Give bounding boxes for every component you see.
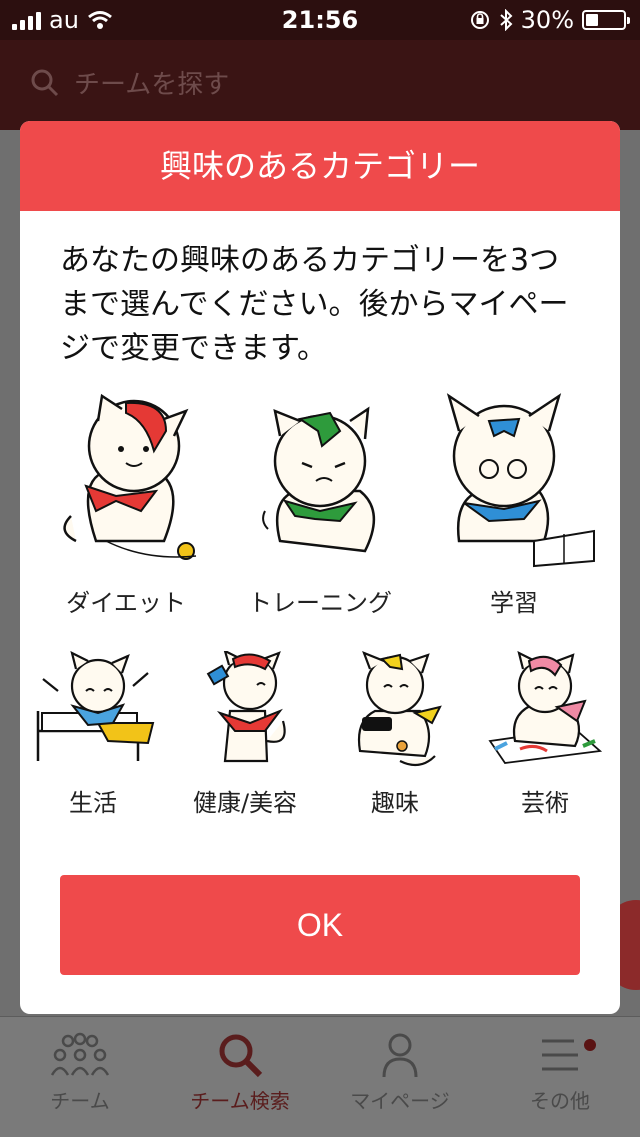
category-health-beauty[interactable]: 健康/美容 — [175, 648, 315, 818]
status-right: 30% — [469, 6, 630, 34]
category-dialog: 興味のあるカテゴリー あなたの興味のあるカテゴリーを3つまで選んでください。後か… — [20, 121, 620, 1014]
category-label: 学習 — [490, 589, 538, 617]
bluetooth-icon — [499, 9, 513, 31]
cat-art-icon — [488, 650, 603, 764]
cat-study-icon — [446, 393, 595, 568]
dialog-description: あなたの興味のあるカテゴリーを3つまで選んでください。後からマイページで変更でき… — [60, 243, 569, 366]
tab-bar: チーム チーム検索 マイページ その他 — [0, 1016, 640, 1137]
cat-health-beauty-icon — [206, 648, 286, 763]
tab-team[interactable]: チーム — [10, 1031, 150, 1114]
dialog-title: 興味のあるカテゴリー — [20, 121, 620, 211]
search-bar[interactable]: チームを探す — [30, 64, 229, 101]
person-icon — [382, 1033, 418, 1078]
category-label: トレーニング — [248, 589, 392, 617]
orientation-lock-icon — [470, 11, 489, 29]
tab-other[interactable]: その他 — [490, 1031, 630, 1114]
category-life[interactable]: 生活 — [28, 650, 158, 818]
category-hobby[interactable]: 趣味 — [330, 651, 460, 818]
tab-mypage[interactable]: マイページ — [330, 1031, 470, 1114]
tab-team-label: チーム — [50, 1089, 110, 1113]
category-art[interactable]: 芸術 — [480, 650, 610, 818]
cat-diet-icon — [63, 393, 197, 560]
search-icon — [31, 69, 59, 96]
category-label: 趣味 — [371, 789, 419, 817]
notification-dot — [584, 1039, 596, 1051]
tab-mypage-label: マイページ — [350, 1089, 450, 1113]
menu-icon — [542, 1039, 578, 1071]
search-icon — [219, 1034, 263, 1078]
category-label: ダイエット — [66, 589, 186, 617]
category-diet[interactable]: ダイエット — [36, 391, 216, 618]
cat-training-icon — [262, 406, 376, 553]
cat-hobby-icon — [357, 651, 442, 767]
team-icon — [50, 1032, 110, 1076]
tab-team-search-label: チーム検索 — [190, 1089, 290, 1113]
category-label: 健康/美容 — [192, 789, 298, 817]
tab-other-label: その他 — [530, 1089, 590, 1113]
category-study[interactable]: 学習 — [424, 391, 604, 618]
status-bar: au 21:56 30% — [0, 0, 640, 40]
ok-button[interactable]: OK — [60, 875, 580, 975]
category-label: 生活 — [69, 789, 117, 817]
app-header: チームを探す — [0, 40, 640, 130]
search-placeholder: チームを探す — [74, 70, 230, 100]
battery-percent: 30% — [520, 6, 574, 34]
category-label: 芸術 — [521, 789, 569, 817]
battery-icon — [582, 10, 630, 30]
tab-team-search[interactable]: チーム検索 — [170, 1031, 310, 1114]
cat-life-icon — [36, 650, 155, 761]
category-training[interactable]: トレーニング — [230, 391, 410, 618]
